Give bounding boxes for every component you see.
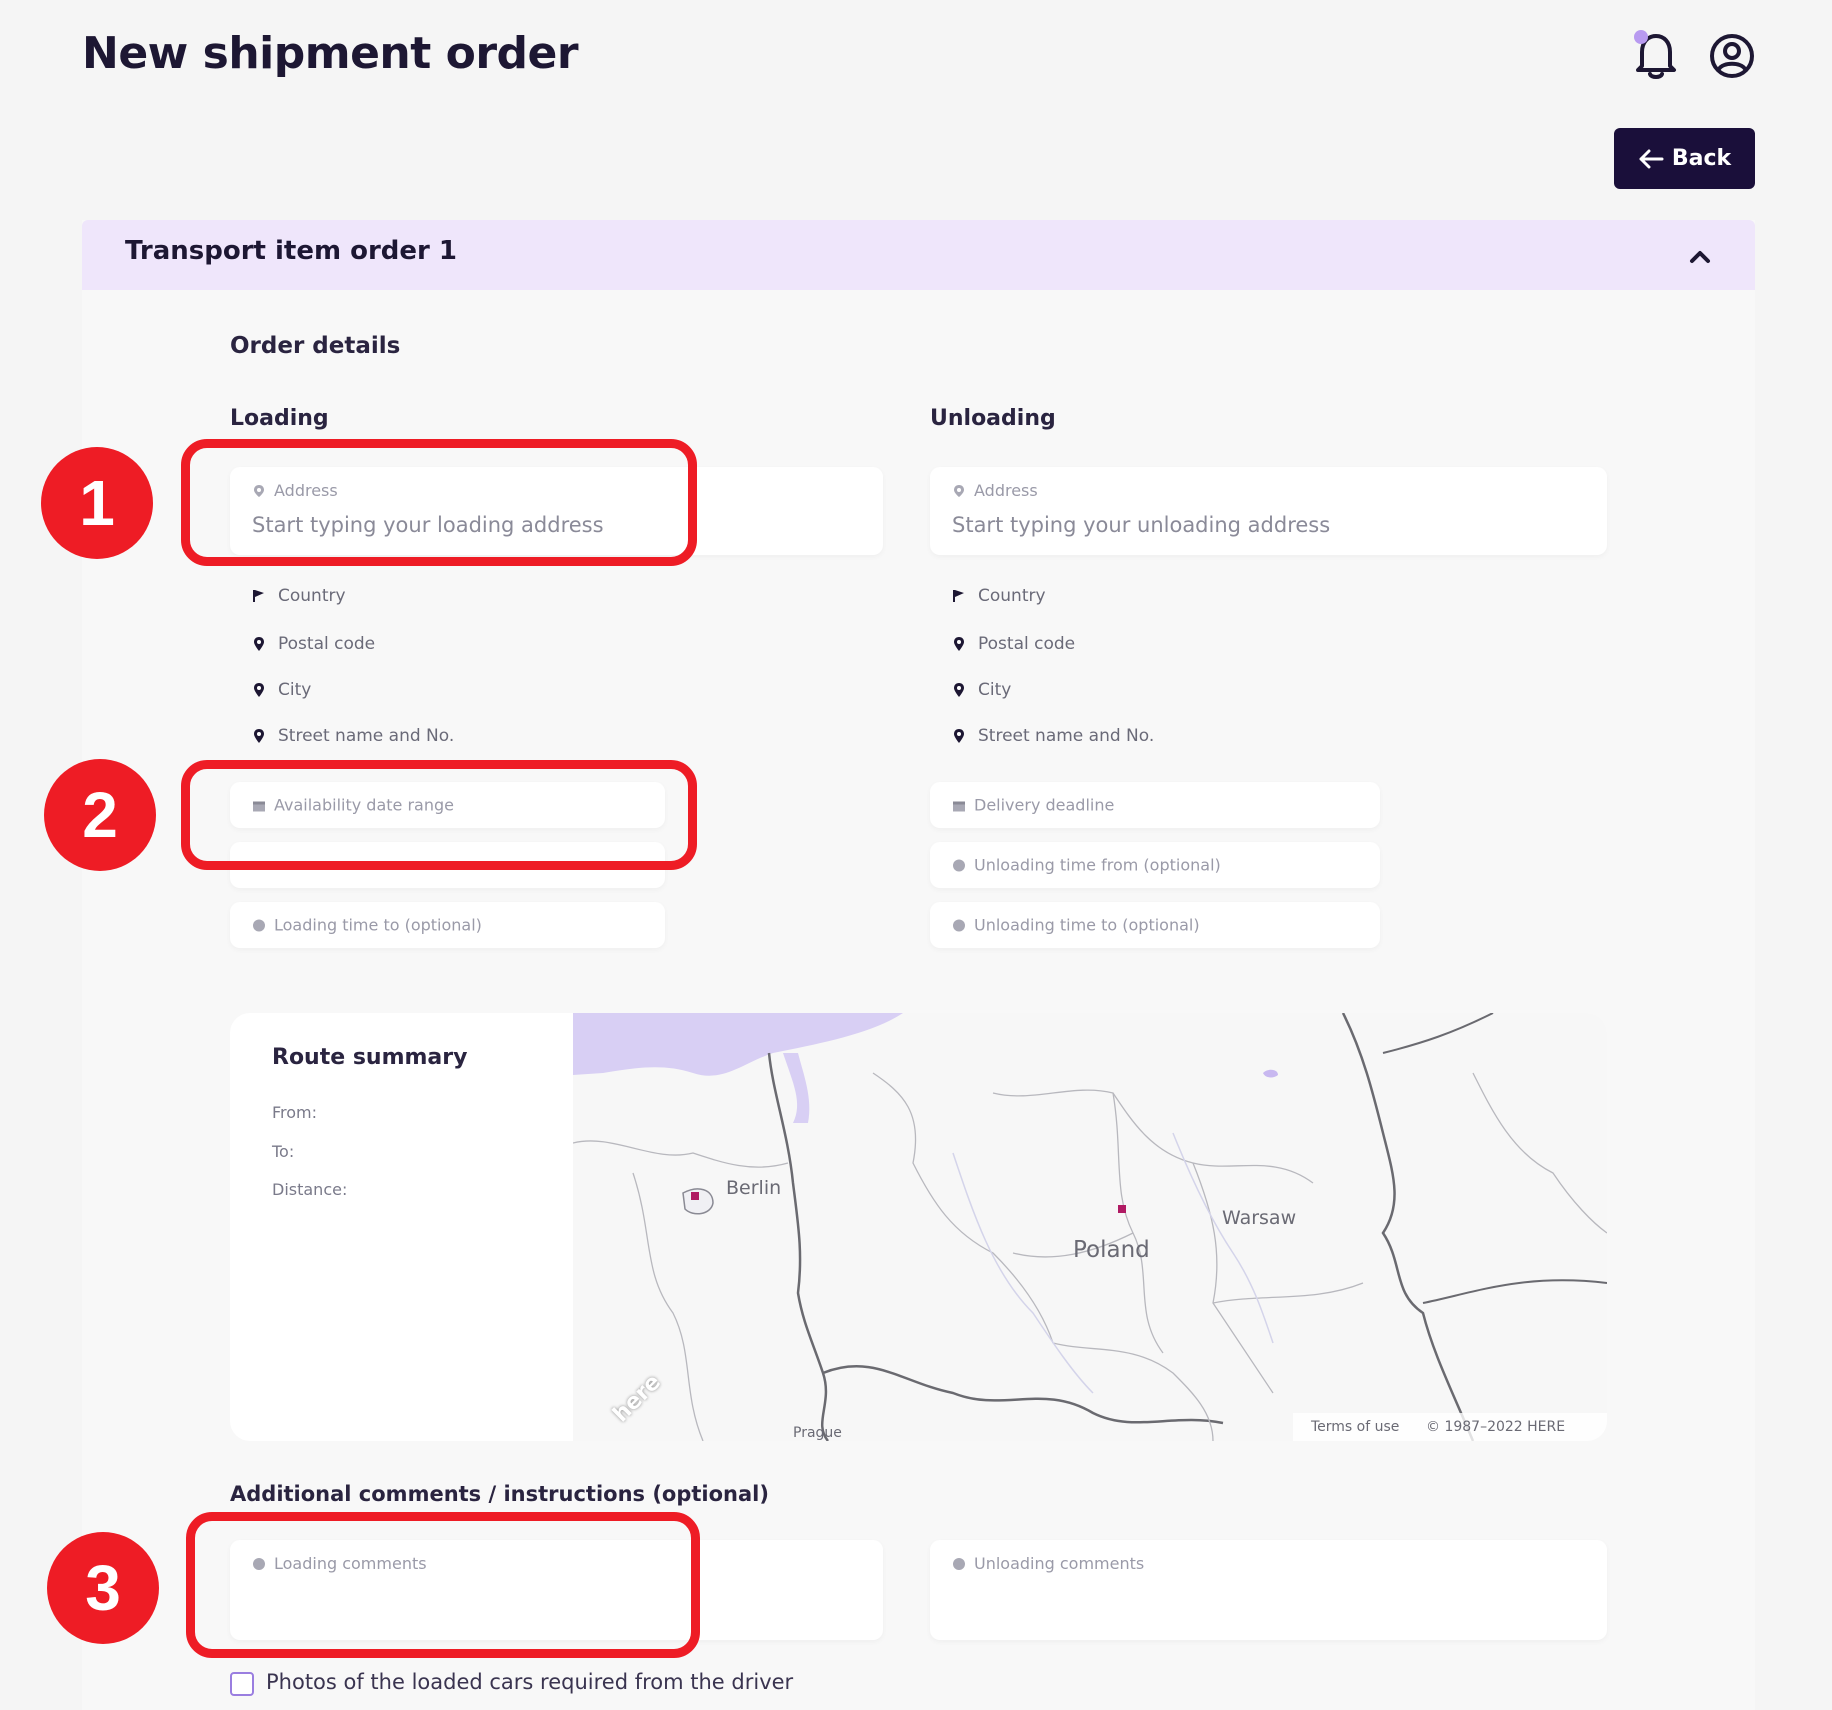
clock-icon	[953, 919, 965, 931]
unloading-time-from-label-wrap: Unloading time from (optional)	[952, 856, 1221, 875]
route-summary-card: Route summary From: To: Distance: Berlin…	[230, 1013, 1607, 1441]
warsaw-marker	[1118, 1205, 1126, 1213]
loading-country: Country	[278, 586, 346, 606]
unloading-postal-code: Postal code	[978, 634, 1076, 654]
photos-required-checkbox[interactable]	[230, 1672, 254, 1696]
route-distance: Distance:	[272, 1180, 348, 1199]
map-label-berlin: Berlin	[726, 1177, 782, 1199]
transport-item-title: Transport item order 1	[125, 236, 458, 266]
unloading-postal-row: Postal code	[952, 634, 1075, 654]
unloading-street: Street name and No.	[978, 726, 1155, 746]
loading-time-to-label-wrap: Loading time to (optional)	[252, 916, 482, 935]
photos-required-label: Photos of the loaded cars required from …	[266, 1670, 794, 1694]
unloading-address-placeholder: Start typing your unloading address	[952, 513, 1331, 537]
loading-time-to-field[interactable]: Loading time to (optional)	[230, 902, 665, 948]
delivery-deadline-label: Delivery deadline	[974, 795, 1115, 815]
annotation-box-2	[181, 760, 697, 870]
calendar-icon	[953, 801, 965, 811]
unloading-country: Country	[978, 586, 1046, 606]
route-map[interactable]: Berlin Poland Warsaw here Prague Terms o…	[572, 1013, 1607, 1441]
unloading-time-from-field[interactable]: Unloading time from (optional)	[930, 842, 1380, 888]
annotation-box-1	[181, 439, 697, 566]
loading-city: City	[278, 680, 312, 700]
map-pin-icon	[254, 637, 264, 651]
location-pin-icon	[954, 484, 964, 497]
clock-icon	[253, 919, 265, 931]
route-to: To:	[272, 1142, 295, 1161]
unloading-time-to-label-wrap: Unloading time to (optional)	[952, 916, 1200, 935]
map-pin-icon	[954, 683, 964, 697]
unloading-address-label-wrap: Address	[952, 481, 1038, 500]
berlin-marker	[691, 1192, 699, 1200]
map-terms-link[interactable]: Terms of use	[1311, 1419, 1399, 1435]
unloading-address-label: Address	[974, 481, 1038, 500]
unloading-comments-label-wrap: Unloading comments	[952, 1554, 1144, 1573]
unloading-street-row: Street name and No.	[952, 726, 1154, 746]
loading-postal-row: Postal code	[252, 634, 375, 654]
user-account-icon[interactable]	[1708, 32, 1756, 80]
unloading-comments-field[interactable]: Unloading comments	[930, 1540, 1607, 1640]
map-pin-icon	[954, 637, 964, 651]
route-summary-title: Route summary	[272, 1045, 468, 1070]
map-pin-icon	[954, 729, 964, 743]
map-pin-icon	[254, 683, 264, 697]
loading-title: Loading	[230, 406, 329, 431]
order-details-title: Order details	[230, 333, 401, 359]
clock-icon	[953, 859, 965, 871]
chevron-up-icon[interactable]	[1684, 240, 1716, 272]
unloading-time-to-label: Unloading time to (optional)	[974, 915, 1200, 935]
back-button-label: Back	[1671, 146, 1732, 171]
unloading-time-from-label: Unloading time from (optional)	[974, 855, 1221, 875]
route-from: From:	[272, 1103, 318, 1122]
unloading-country-row: Country	[952, 586, 1046, 606]
comment-dot-icon	[953, 1557, 965, 1570]
loading-country-row: Country	[252, 586, 346, 606]
comments-title: Additional comments / instructions (opti…	[230, 1482, 769, 1506]
unloading-city: City	[978, 680, 1012, 700]
loading-street-row: Street name and No.	[252, 726, 454, 746]
flag-icon	[953, 590, 964, 602]
annotation-box-3	[186, 1512, 700, 1658]
delivery-deadline-field[interactable]: Delivery deadline	[930, 782, 1380, 828]
annotation-badge-1: 1	[41, 447, 153, 559]
map-pin-icon	[254, 729, 264, 743]
loading-postal-code: Postal code	[278, 634, 376, 654]
map-label-prague: Prague	[793, 1425, 842, 1441]
delivery-deadline-label-wrap: Delivery deadline	[952, 796, 1114, 815]
unloading-time-to-field[interactable]: Unloading time to (optional)	[930, 902, 1380, 948]
loading-city-row: City	[252, 680, 311, 700]
map-graphic	[572, 1013, 1607, 1441]
notifications-bell[interactable]	[1632, 28, 1680, 82]
back-button[interactable]: Back	[1614, 128, 1755, 189]
unloading-title: Unloading	[930, 406, 1056, 431]
annotation-badge-3: 3	[47, 1532, 159, 1644]
notification-dot	[1634, 30, 1648, 44]
unloading-comments-label: Unloading comments	[974, 1554, 1145, 1573]
map-label-warsaw: Warsaw	[1222, 1207, 1297, 1229]
arrow-left-icon	[1639, 149, 1664, 168]
unloading-city-row: City	[952, 680, 1011, 700]
loading-street: Street name and No.	[278, 726, 455, 746]
map-label-poland: Poland	[1073, 1237, 1150, 1263]
flag-icon	[253, 590, 264, 602]
map-copyright: © 1987–2022 HERE	[1426, 1419, 1566, 1435]
loading-time-to-label: Loading time to (optional)	[274, 915, 482, 935]
page-title: New shipment order	[82, 28, 579, 79]
annotation-badge-2: 2	[44, 759, 156, 871]
unloading-address-field[interactable]: Address Start typing your unloading addr…	[930, 467, 1607, 555]
